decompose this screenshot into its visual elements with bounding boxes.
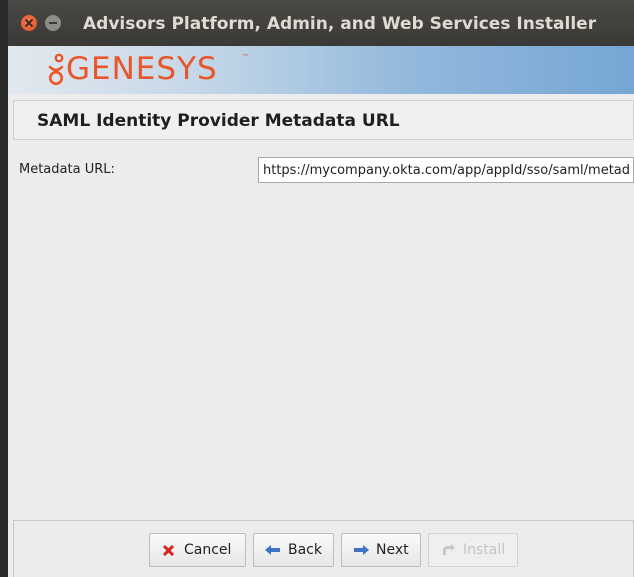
arrow-left-icon [265,545,280,555]
installer-window: Advisors Platform, Admin, and Web Servic… [8,0,634,577]
next-button-label: Next [376,542,409,558]
install-icon [443,544,455,555]
metadata-url-label: Metadata URL: [19,162,115,177]
back-button[interactable]: Back [253,533,334,567]
title-bar[interactable]: Advisors Platform, Admin, and Web Servic… [8,0,634,46]
window-title: Advisors Platform, Admin, and Web Servic… [83,14,597,34]
install-button-label: Install [463,542,506,558]
trademark-mark: ™ [242,53,249,61]
install-button[interactable]: Install [428,533,518,567]
next-button[interactable]: Next [341,533,421,567]
arrow-right-icon [354,545,369,555]
minimize-icon[interactable] [45,15,61,31]
section-header: SAML Identity Provider Metadata URL [13,100,634,140]
genesys-logo-icon [48,53,64,86]
back-button-label: Back [288,542,322,558]
close-icon[interactable] [21,15,37,31]
cancel-button-label: Cancel [184,542,232,558]
page-title: SAML Identity Provider Metadata URL [37,111,400,131]
cancel-button[interactable]: Cancel [149,533,246,567]
genesys-logo-text: GENESYS [66,51,218,87]
metadata-url-input[interactable] [258,157,634,183]
x-icon [160,543,178,557]
